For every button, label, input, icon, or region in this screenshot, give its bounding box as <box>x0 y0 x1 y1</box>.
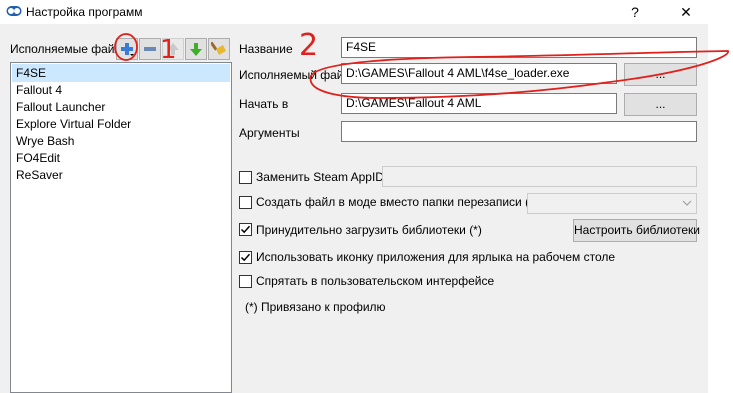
name-input[interactable]: F4SE <box>341 37 697 58</box>
remove-icon <box>144 47 156 51</box>
steam-appid-label: Заменить Steam AppID <box>256 170 384 184</box>
background-strip <box>708 24 733 393</box>
force-libs-checkbox[interactable] <box>239 223 252 236</box>
hide-ui-label: Спрятать в пользовательском интерфейсе <box>256 274 495 288</box>
create-file-label: Создать файл в моде вместо папки перезап… <box>256 195 538 209</box>
arguments-label: Аргументы <box>239 126 300 140</box>
browse-start-in-button[interactable]: ... <box>624 93 697 116</box>
title-bar: Настройка программ ? ✕ <box>0 0 733 24</box>
force-libs-label: Принудительно загрузить библиотеки (*) <box>256 223 482 237</box>
mod-select[interactable] <box>527 193 697 214</box>
remove-executable-button[interactable] <box>139 38 161 60</box>
clear-button[interactable] <box>208 38 230 60</box>
move-up-icon <box>167 43 179 55</box>
broom-icon <box>211 41 226 55</box>
use-icon-checkbox[interactable] <box>239 251 252 264</box>
move-down-icon <box>190 43 202 56</box>
checkmark-icon <box>240 253 251 262</box>
browse-binary-button[interactable]: ... <box>624 63 697 86</box>
chevron-down-icon <box>682 200 692 206</box>
list-item-fo4edit[interactable]: FO4Edit <box>12 149 230 167</box>
move-up-button[interactable] <box>162 38 184 60</box>
window-title: Настройка программ <box>26 5 143 19</box>
start-in-label: Начать в <box>239 97 289 111</box>
executables-label: Исполняемые файлы <box>10 42 131 56</box>
steam-appid-checkbox[interactable] <box>239 171 252 184</box>
configure-libs-button[interactable]: Настроить библиотеки <box>573 219 700 242</box>
checkmark-icon <box>240 225 251 234</box>
app-icon <box>6 6 22 16</box>
list-item-wrye-bash[interactable]: Wrye Bash <box>12 132 230 150</box>
list-item-fallout-launcher[interactable]: Fallout Launcher <box>12 98 230 116</box>
hide-ui-checkbox[interactable] <box>239 275 252 288</box>
executables-list[interactable]: F4SE Fallout 4 Fallout Launcher Explore … <box>10 62 232 393</box>
use-icon-label: Использовать иконку приложения для ярлык… <box>256 250 616 264</box>
list-item-fallout4[interactable]: Fallout 4 <box>12 81 230 99</box>
list-item-f4se[interactable]: F4SE <box>12 64 230 82</box>
help-button[interactable]: ? <box>612 0 658 24</box>
arguments-input[interactable] <box>341 121 697 142</box>
list-item-resaver[interactable]: ReSaver <box>12 166 230 184</box>
create-file-checkbox[interactable] <box>239 196 252 209</box>
name-label: Название <box>239 42 293 56</box>
profile-note: (*) Привязано к профилю <box>245 300 386 314</box>
move-down-button[interactable] <box>185 38 207 60</box>
add-icon <box>121 43 134 56</box>
add-executable-button[interactable] <box>116 38 138 60</box>
list-item-explore-virtual-folder[interactable]: Explore Virtual Folder <box>12 115 230 133</box>
binary-label: Исполняемый файл <box>239 68 351 82</box>
start-in-input[interactable]: D:\GAMES\Fallout 4 AML <box>341 93 617 114</box>
binary-input[interactable]: D:\GAMES\Fallout 4 AML\f4se_loader.exe <box>341 63 617 84</box>
steam-appid-input[interactable] <box>382 166 697 187</box>
close-button[interactable]: ✕ <box>663 0 709 24</box>
